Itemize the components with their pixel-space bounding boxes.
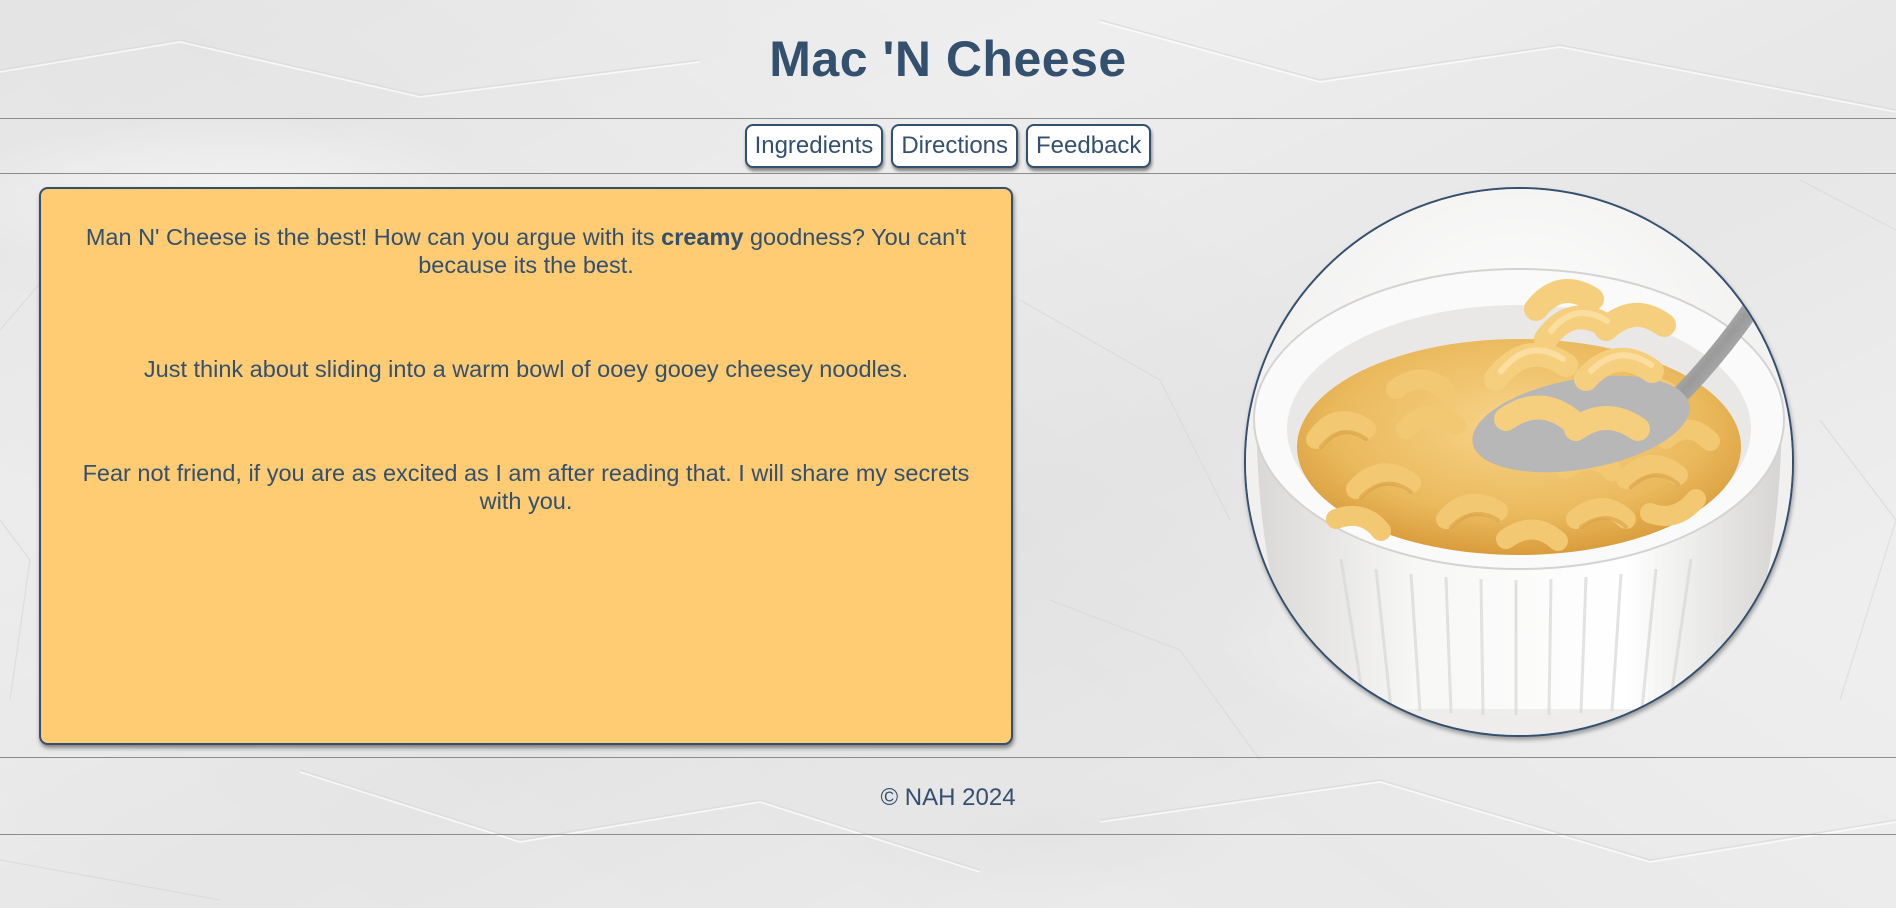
intro-paragraph-3: Fear not friend, if you are as excited a… [82, 460, 970, 514]
footer-divider-top [0, 757, 1896, 758]
intro-paragraph-2: Just think about sliding into a warm bow… [143, 356, 909, 382]
intro-paragraph-1-start: Man N' Cheese is the best! How can you a… [85, 224, 662, 250]
mac-and-cheese-photo [1244, 187, 1794, 737]
nav-feedback-button[interactable]: Feedback [1026, 124, 1152, 168]
intro-card: Man N' Cheese is the best! How can you a… [39, 187, 1013, 745]
header-divider-top [0, 118, 1896, 119]
nav-ingredients-button[interactable]: Ingredients [744, 124, 884, 168]
intro-emphasis-creamy: creamy [661, 224, 744, 250]
footer-divider-bottom [0, 834, 1896, 835]
site-title: Mac 'N Cheese [769, 31, 1127, 87]
nav-divider-bottom [0, 173, 1896, 174]
intro-paragraph-1: Man N' Cheese is the best! How can you a… [69, 223, 983, 279]
footer-copyright: © NAH 2024 [880, 784, 1016, 811]
main-nav: Ingredients Directions Feedback [0, 124, 1896, 168]
nav-directions-button[interactable]: Directions [891, 124, 1019, 168]
